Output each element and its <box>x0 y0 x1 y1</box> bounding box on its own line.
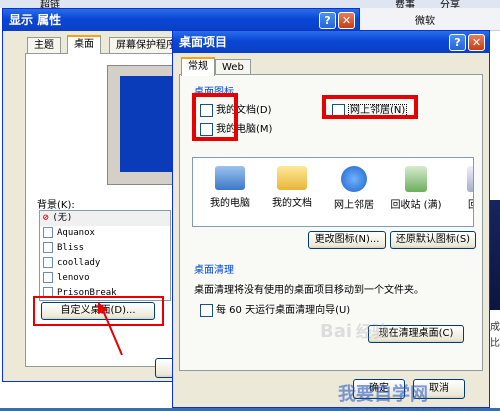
cleanup-group-label: 桌面清理 <box>194 265 234 276</box>
icon-label: 回收 <box>468 200 473 211</box>
network-icon <box>341 166 367 192</box>
display-help-button[interactable]: ? <box>319 12 336 29</box>
checkbox-highlight-box-right <box>322 95 418 119</box>
background-option-label: Aquanox <box>57 228 95 238</box>
image-file-icon <box>43 272 53 283</box>
tab-web[interactable]: Web <box>215 59 251 75</box>
desktop-items-title: 桌面项目 <box>179 35 228 49</box>
watermark-text-2: 经验 <box>355 322 388 341</box>
desktop-items-titlebar: 桌面项目 <box>173 31 489 53</box>
browser-toolbar-label[interactable]: 微软 <box>415 12 435 27</box>
desktop-items-dialog: 桌面项目 ? ✕ 常规 Web 桌面图标 我的文档(D) 我的电脑(M) 网上邻… <box>172 30 490 408</box>
icon-my-documents[interactable]: 我的文档 <box>259 166 325 209</box>
list-item[interactable]: ⊘ (无) <box>40 211 170 226</box>
background-option-label: lenovo <box>57 273 90 283</box>
background-list[interactable]: ⊘ (无) Aquanox Bliss coollady lenovo Priso… <box>39 210 171 301</box>
list-item[interactable]: coollady <box>40 256 170 271</box>
change-icon-button[interactable]: 更改图标(N)... <box>308 231 386 249</box>
cleanup-checkbox-label: 每 60 天运行桌面清理向导(U) <box>216 305 351 316</box>
monitor-screen <box>120 76 180 172</box>
display-dialog-titlebar: 显示 属性 <box>3 9 359 31</box>
red-arrow <box>98 302 123 356</box>
display-dialog-title: 显示 属性 <box>9 13 62 27</box>
image-file-icon <box>43 242 53 253</box>
image-file-icon <box>43 257 53 268</box>
tab-general[interactable]: 常规 <box>181 57 215 76</box>
tab-desktop[interactable]: 桌面 <box>67 35 101 54</box>
monitor-preview <box>107 65 181 185</box>
icon-label: 我的电脑 <box>210 198 250 209</box>
recycle-bin-icon <box>467 166 473 192</box>
watermark: Bai 经验 <box>320 318 388 342</box>
restore-default-button[interactable]: 还原默认图标(S) <box>390 231 476 249</box>
icon-recycle-bin-full[interactable]: 回收站 (满) <box>383 166 449 211</box>
watermark-site: 我要自学网 <box>338 384 428 405</box>
icon-label: 网上邻居 <box>334 200 374 211</box>
background-option-label: coollady <box>57 258 101 268</box>
list-item[interactable]: lenovo <box>40 271 170 286</box>
browser-tab-strip <box>0 0 500 8</box>
none-icon: ⊘ <box>43 213 49 223</box>
icon-my-computer[interactable]: 我的电脑 <box>197 166 263 209</box>
checkbox-box[interactable] <box>200 303 213 317</box>
icon-label: 回收站 (满) <box>390 200 442 211</box>
list-item[interactable]: Aquanox <box>40 226 170 241</box>
icon-recycle-bin-empty[interactable]: 回收 <box>445 166 473 211</box>
desktop-items-close-button[interactable]: ✕ <box>468 34 485 51</box>
icon-network-places[interactable]: 网上邻居 <box>321 166 387 211</box>
computer-icon <box>215 166 245 190</box>
desktop-items-help-button[interactable]: ? <box>449 34 466 51</box>
background-option-label: (无) <box>52 213 73 223</box>
cleanup-checkbox[interactable]: 每 60 天运行桌面清理向导(U) <box>200 301 350 317</box>
icon-label: 我的文档 <box>272 198 312 209</box>
background-label: 背景(K): <box>37 200 75 211</box>
documents-folder-icon <box>277 166 307 190</box>
watermark-text-1: Bai <box>320 321 353 342</box>
tab-theme[interactable]: 主题 <box>27 37 61 53</box>
recycle-bin-icon <box>405 166 427 192</box>
image-file-icon <box>43 227 53 238</box>
list-item[interactable]: Bliss <box>40 241 170 256</box>
background-option-label: Bliss <box>57 243 85 253</box>
icon-preview-list[interactable]: 我的电脑 我的文档 网上邻居 回收站 (满) 回收 <box>192 157 474 227</box>
checkbox-highlight-box-left <box>192 93 238 141</box>
display-close-button[interactable]: ✕ <box>338 12 355 29</box>
cleanup-description: 桌面清理将没有使用的桌面项目移动到一个文件夹。 <box>194 285 424 296</box>
